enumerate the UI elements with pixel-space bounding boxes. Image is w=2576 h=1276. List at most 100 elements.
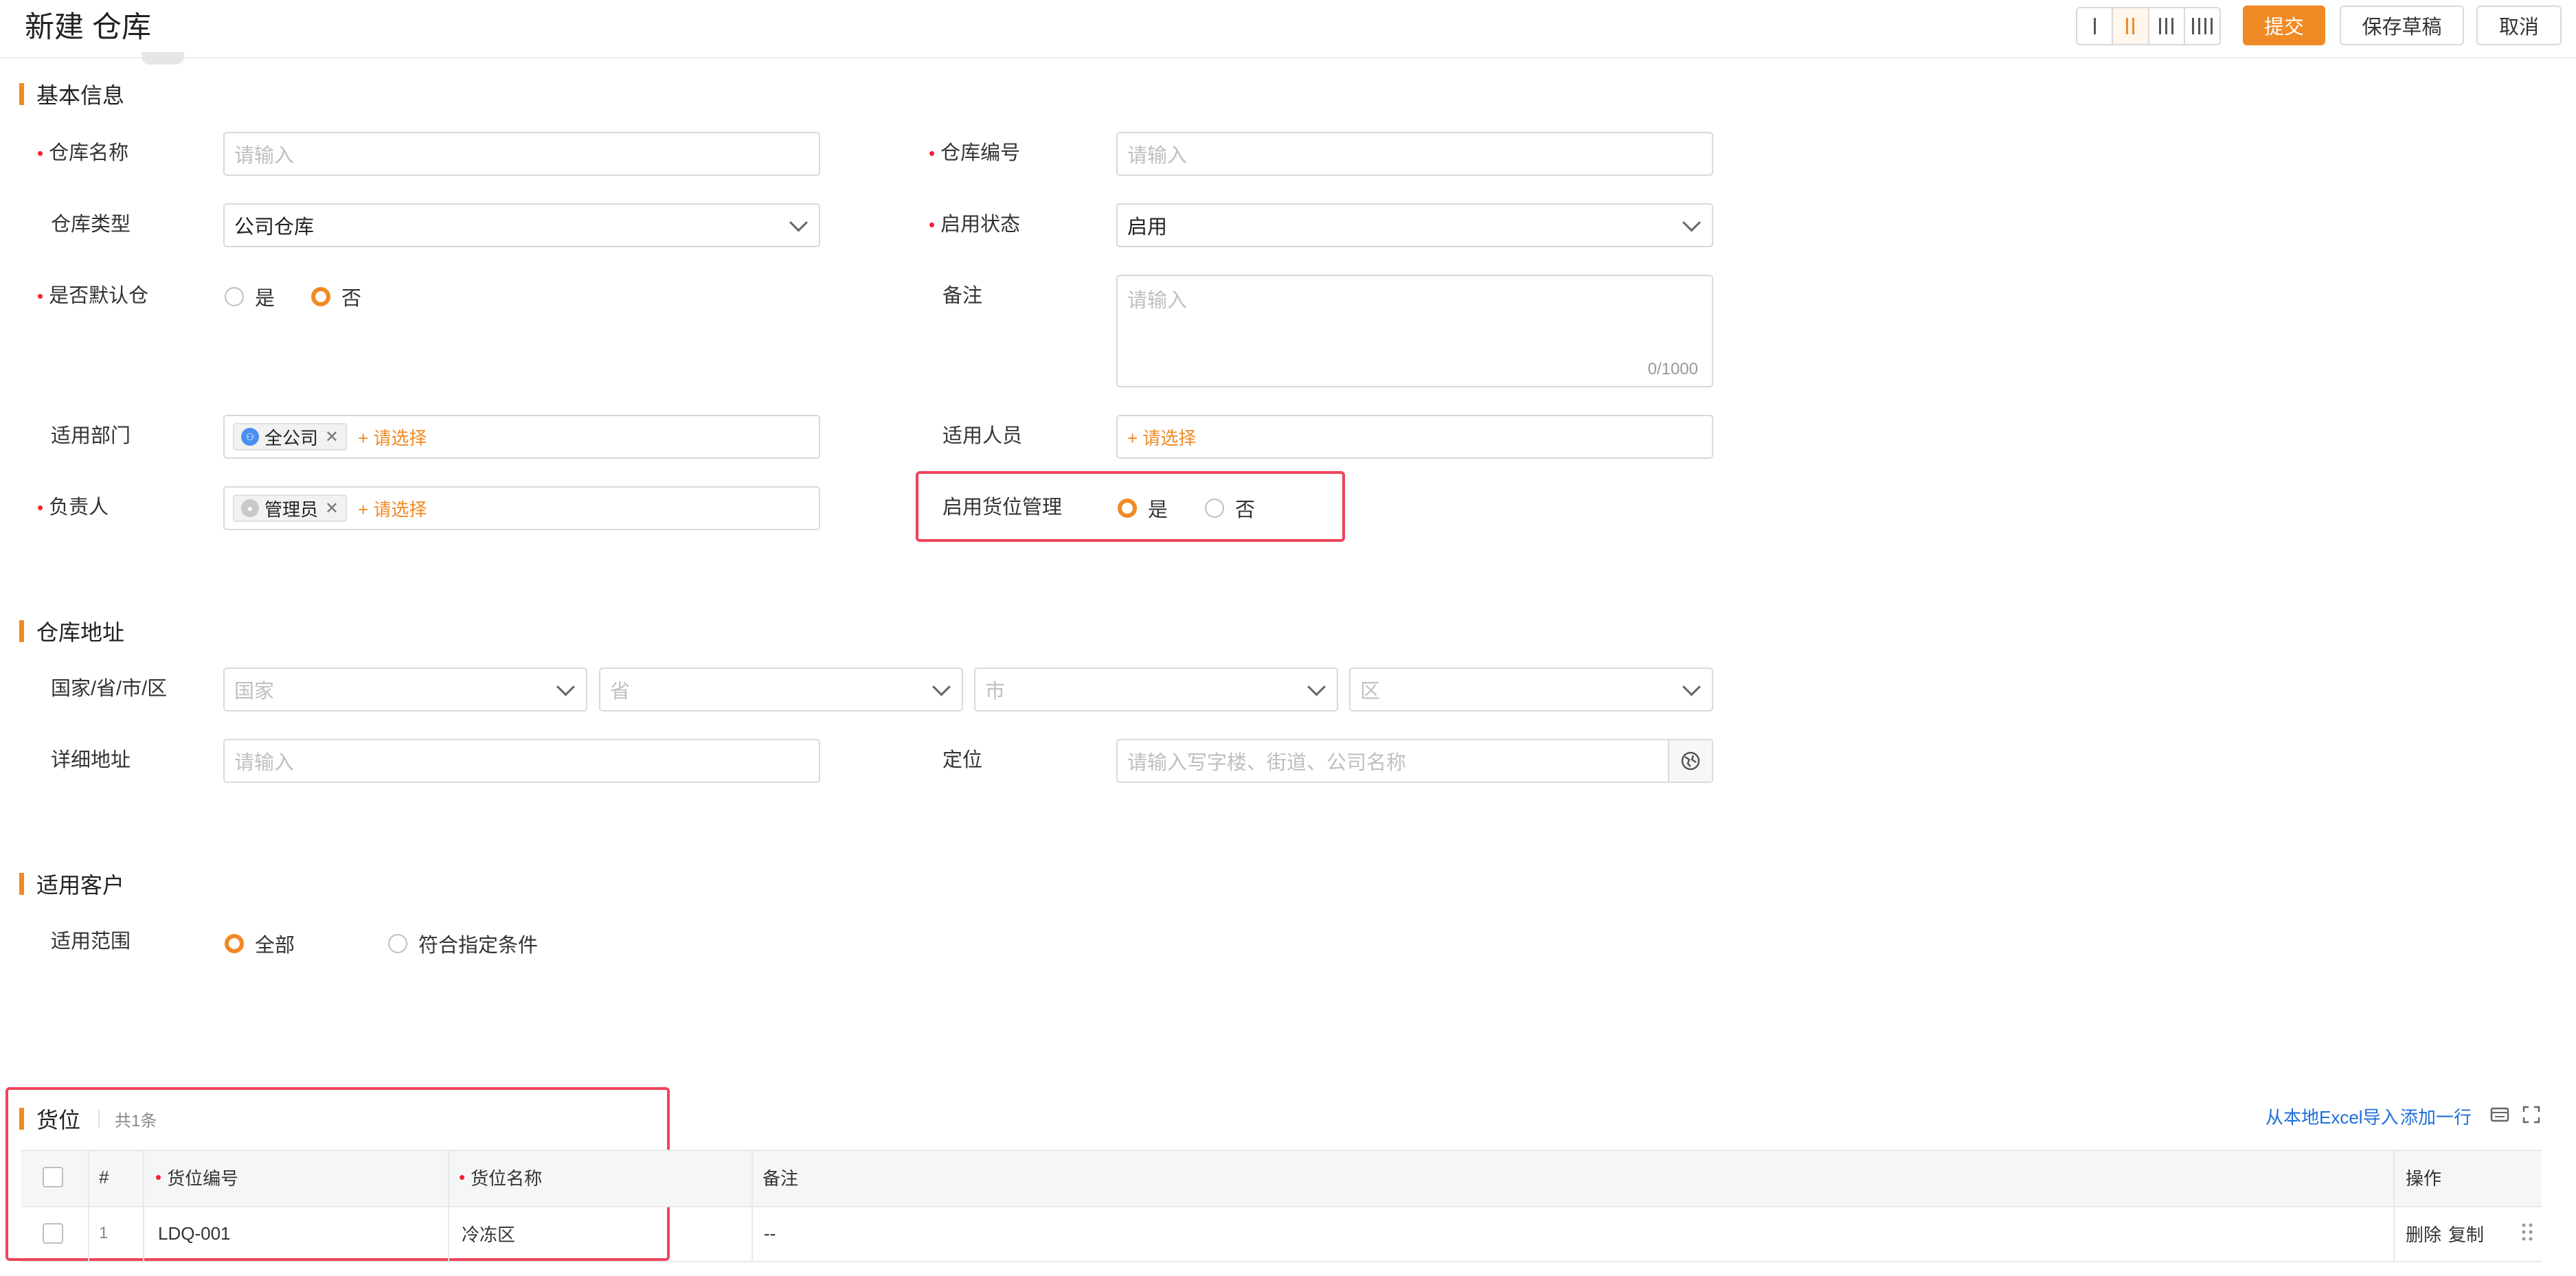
column-divider [448, 1150, 449, 1262]
row-name-cell[interactable]: 冷冻区 [462, 1221, 515, 1246]
table-settings-icon[interactable] [2489, 1104, 2510, 1128]
table-row [21, 1206, 2542, 1262]
radio-checked-icon [1118, 499, 1137, 518]
page-title: 新建 仓库 [25, 11, 151, 44]
warehouse-type-select[interactable]: 公司仓库 [223, 203, 820, 247]
delete-row-link[interactable]: 删除 [2406, 1221, 2441, 1246]
section-accent-bar [19, 1108, 24, 1130]
col-action-header: 操作 [2406, 1167, 2442, 1189]
close-icon[interactable]: ✕ [325, 499, 339, 519]
copy-row-link[interactable]: 复制 [2448, 1221, 2484, 1246]
warehouse-name-input[interactable]: 请输入 [223, 132, 820, 176]
scope-all-radio[interactable]: 全部 [225, 929, 295, 958]
add-department-link[interactable]: + 请选择 [358, 424, 427, 450]
radio-label: 是 [1148, 499, 1168, 521]
layout-2-column-button[interactable] [2112, 7, 2149, 45]
layout-3-column-button[interactable] [2147, 7, 2185, 45]
department-label: 适用部门 [51, 425, 131, 447]
header-text: 货位编号 [167, 1167, 239, 1189]
row-code-cell[interactable]: LDQ-001 [158, 1221, 231, 1246]
close-icon[interactable]: ✕ [325, 427, 339, 447]
header-text: 货位名称 [471, 1167, 543, 1189]
table-header [21, 1150, 2542, 1207]
detail-address-label: 详细地址 [51, 749, 131, 771]
country-select[interactable]: 国家 [223, 668, 587, 711]
locate-label: 定位 [942, 749, 983, 771]
region-label: 国家/省/市/区 [51, 678, 168, 700]
location-mgmt-label: 启用货位管理 [942, 497, 1063, 519]
col-index-header: # [99, 1166, 109, 1187]
district-select[interactable]: 区 [1349, 668, 1713, 711]
is-default-label: • 是否默认仓 [37, 282, 148, 310]
import-excel-link[interactable]: 从本地Excel导入 [2266, 1104, 2399, 1129]
owner-picker[interactable]: ● 管理员 ✕ + 请选择 [223, 486, 820, 530]
province-select[interactable]: 省 [599, 668, 963, 711]
label-text: 仓库名称 [49, 142, 129, 164]
row-count: 共1条 [115, 1111, 157, 1130]
column-divider [2393, 1150, 2395, 1262]
add-row-link[interactable]: 添加一行 [2400, 1104, 2472, 1129]
personnel-picker[interactable]: + 请选择 [1116, 415, 1713, 459]
radio-label: 是 [255, 288, 275, 310]
section-address: 仓库地址 [19, 615, 124, 647]
tag-label: 全公司 [264, 427, 319, 448]
fullscreen-icon[interactable] [2521, 1104, 2542, 1128]
add-personnel-link[interactable]: + 请选择 [1127, 424, 1196, 450]
locate-input[interactable]: 请输入写字楼、街道、公司名称 [1116, 739, 1713, 783]
location-mgmt-no-radio[interactable]: 否 [1205, 494, 1255, 523]
section-accent-bar [19, 620, 24, 642]
save-draft-button[interactable]: 保存草稿 [2340, 5, 2464, 45]
cancel-button[interactable]: 取消 [2476, 5, 2562, 45]
label-text: 仓库编号 [940, 142, 1021, 164]
scope-label: 适用范围 [51, 931, 131, 953]
selected-value: 启用 [1127, 216, 1168, 238]
layout-4-column-button[interactable] [2183, 7, 2221, 45]
owner-label: • 负责人 [37, 494, 109, 521]
department-tag: ⚇ 全公司 ✕ [233, 423, 348, 451]
toggle-switch-partial [142, 52, 184, 65]
radio-checked-icon [225, 934, 244, 953]
remark-label: 备注 [942, 285, 983, 307]
is-default-no-radio[interactable]: 否 [311, 282, 361, 311]
detail-address-input[interactable]: 请输入 [223, 739, 820, 783]
is-default-yes-radio[interactable]: 是 [225, 282, 275, 311]
warehouse-code-input[interactable]: 请输入 [1116, 132, 1713, 176]
section-title: 基本信息 [36, 83, 125, 108]
scope-conditional-radio[interactable]: 符合指定条件 [388, 929, 538, 958]
location-mgmt-yes-radio[interactable]: 是 [1118, 494, 1168, 523]
submit-button[interactable]: 提交 [2243, 5, 2325, 45]
col-remark-header: 备注 [762, 1167, 799, 1189]
required-mark: • [37, 497, 44, 518]
chevron-down-icon [1682, 213, 1701, 232]
chevron-down-icon [1682, 677, 1701, 696]
col-code-header: • 货位编号 [155, 1165, 238, 1189]
map-locate-button[interactable] [1668, 740, 1712, 782]
row-index: 1 [99, 1224, 109, 1242]
city-select[interactable]: 市 [974, 668, 1338, 711]
required-mark: • [459, 1166, 466, 1187]
row-remark-cell[interactable]: -- [764, 1221, 776, 1246]
warehouse-name-label: • 仓库名称 [37, 139, 128, 167]
placeholder: 区 [1360, 681, 1381, 703]
radio-checked-icon [311, 287, 330, 306]
required-mark: • [929, 143, 936, 163]
warehouse-code-label: • 仓库编号 [929, 139, 1020, 167]
remark-textarea[interactable]: 请输入 0/1000 [1116, 275, 1713, 387]
section-accent-bar [19, 83, 24, 105]
enable-status-select[interactable]: 启用 [1116, 203, 1713, 247]
row-checkbox[interactable] [43, 1223, 63, 1244]
warehouse-type-label: 仓库类型 [51, 214, 131, 236]
layout-1-column-button[interactable] [2076, 7, 2114, 45]
drag-handle-icon[interactable] [2521, 1222, 2533, 1242]
required-mark: • [37, 143, 44, 163]
add-owner-link[interactable]: + 请选择 [358, 496, 427, 521]
org-icon: ⚇ [241, 428, 259, 446]
radio-label: 否 [1235, 499, 1256, 521]
header-divider [0, 57, 2576, 58]
select-all-checkbox[interactable] [43, 1167, 63, 1187]
chevron-down-icon [556, 677, 575, 696]
department-picker[interactable]: ⚇ 全公司 ✕ + 请选择 [223, 415, 820, 459]
column-layout-switcher [2076, 7, 2221, 47]
enable-status-label: • 启用状态 [929, 211, 1020, 238]
col-name-header: • 货位名称 [459, 1165, 542, 1189]
